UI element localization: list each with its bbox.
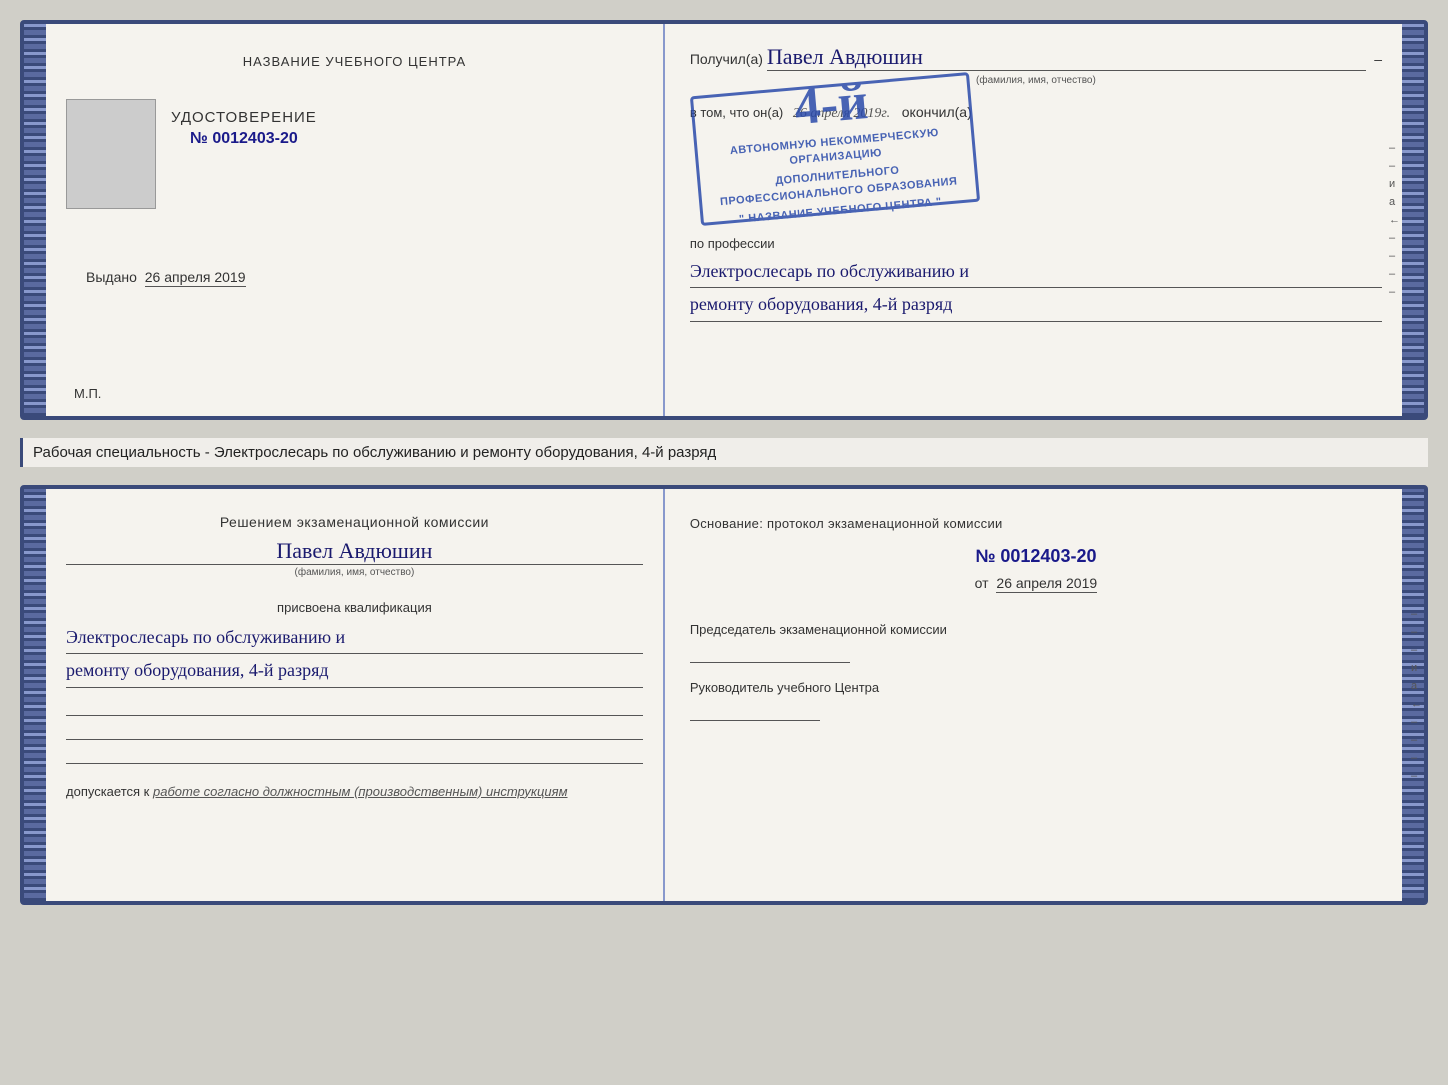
sig-line-1 — [66, 698, 643, 716]
bottom-doc-left: Решением экзаменационной комиссии Павел … — [46, 489, 665, 901]
dopuskaetsya-label: допускается к — [66, 784, 149, 799]
right-edge-marks-top: – – и а ← – – – – — [1389, 142, 1400, 298]
protocol-number: № 0012403-20 — [690, 546, 1382, 567]
udost-number: № 0012403-20 — [171, 130, 317, 148]
mp-label: М.П. — [74, 386, 101, 401]
osnovanie-text: Основание: протокол экзаменационной коми… — [690, 514, 1382, 534]
top-document: НАЗВАНИЕ УЧЕБНОГО ЦЕНТРА УДОСТОВЕРЕНИЕ №… — [20, 20, 1428, 420]
sig-line-2 — [66, 722, 643, 740]
right-edge-marks-bottom: – – – и а ← – – – – — [1411, 608, 1422, 782]
ot-label: от — [975, 575, 989, 591]
profession-section-top: по профессии Электрослесарь по обслужива… — [690, 236, 1382, 322]
signature-lines-bottom — [66, 698, 643, 764]
resheniem-title: Решением экзаменационной комиссии — [66, 514, 643, 530]
sig-line-3 — [66, 746, 643, 764]
poluchil-line: Получил(a) Павел Авдюшин – — [690, 44, 1382, 71]
bottom-document: Решением экзаменационной комиссии Павел … — [20, 485, 1428, 905]
top-left-title: НАЗВАНИЕ УЧЕБНОГО ЦЕНТРА — [243, 54, 466, 69]
poluchil-label: Получил(a) — [690, 51, 763, 67]
profession-line1: Электрослесарь по обслуживанию и ремонту… — [690, 255, 1382, 322]
bottom-person-name: Павел Авдюшин — [66, 538, 643, 565]
vydano-date: 26 апреля 2019 — [145, 269, 246, 287]
dopuskaetsya-section: допускается к работе согласно должностны… — [66, 784, 643, 799]
udost-block: УДОСТОВЕРЕНИЕ № 0012403-20 — [171, 109, 317, 148]
spine-right-top — [1402, 24, 1424, 416]
photo-placeholder — [66, 99, 156, 209]
dopusk-text: работе согласно должностным (производств… — [153, 784, 568, 799]
middle-text: Рабочая специальность - Электрослесарь п… — [20, 438, 1428, 467]
chairman-sig-line — [690, 645, 850, 663]
vydano-line: Выдано 26 апреля 2019 — [86, 269, 246, 285]
ot-date-value: 26 апреля 2019 — [996, 575, 1097, 593]
rukovoditel-sig-line — [690, 703, 820, 721]
chairman-section: Председатель экзаменационной комиссии Ру… — [690, 621, 1382, 721]
spine-left — [24, 24, 46, 416]
dash-after-name: – — [1374, 51, 1382, 67]
chairman-title: Председатель экзаменационной комиссии — [690, 621, 1382, 639]
rukovoditel-title: Руководитель учебного Центра — [690, 679, 1382, 697]
top-doc-right: Получил(a) Павел Авдюшин – (фамилия, имя… — [665, 24, 1402, 416]
ot-date: от 26 апреля 2019 — [690, 575, 1382, 591]
udost-title: УДОСТОВЕРЕНИЕ — [171, 109, 317, 126]
stamp-overlay: 4-й АВТОНОМНУЮ НЕКОММЕРЧЕСКУЮ ОРГАНИЗАЦИ… — [690, 72, 980, 226]
page-wrapper: НАЗВАНИЕ УЧЕБНОГО ЦЕНТРА УДОСТОВЕРЕНИЕ №… — [20, 20, 1428, 905]
prisvoena-text: присвоена квалификация — [66, 600, 643, 615]
qualification-bottom: Электрослесарь по обслуживанию и ремонту… — [66, 621, 643, 688]
bottom-name-subtitle: (фамилия, имя, отчество) — [66, 567, 643, 578]
recipient-name: Павел Авдюшин — [767, 44, 1366, 71]
bottom-doc-right: Основание: протокол экзаменационной коми… — [665, 489, 1402, 901]
po-professii-label: по профессии — [690, 236, 1382, 251]
spine-left-bottom — [24, 489, 46, 901]
vydano-label: Выдано — [86, 269, 137, 285]
top-doc-left: НАЗВАНИЕ УЧЕБНОГО ЦЕНТРА УДОСТОВЕРЕНИЕ №… — [46, 24, 665, 416]
stamp-grade: 4-й — [792, 76, 870, 134]
